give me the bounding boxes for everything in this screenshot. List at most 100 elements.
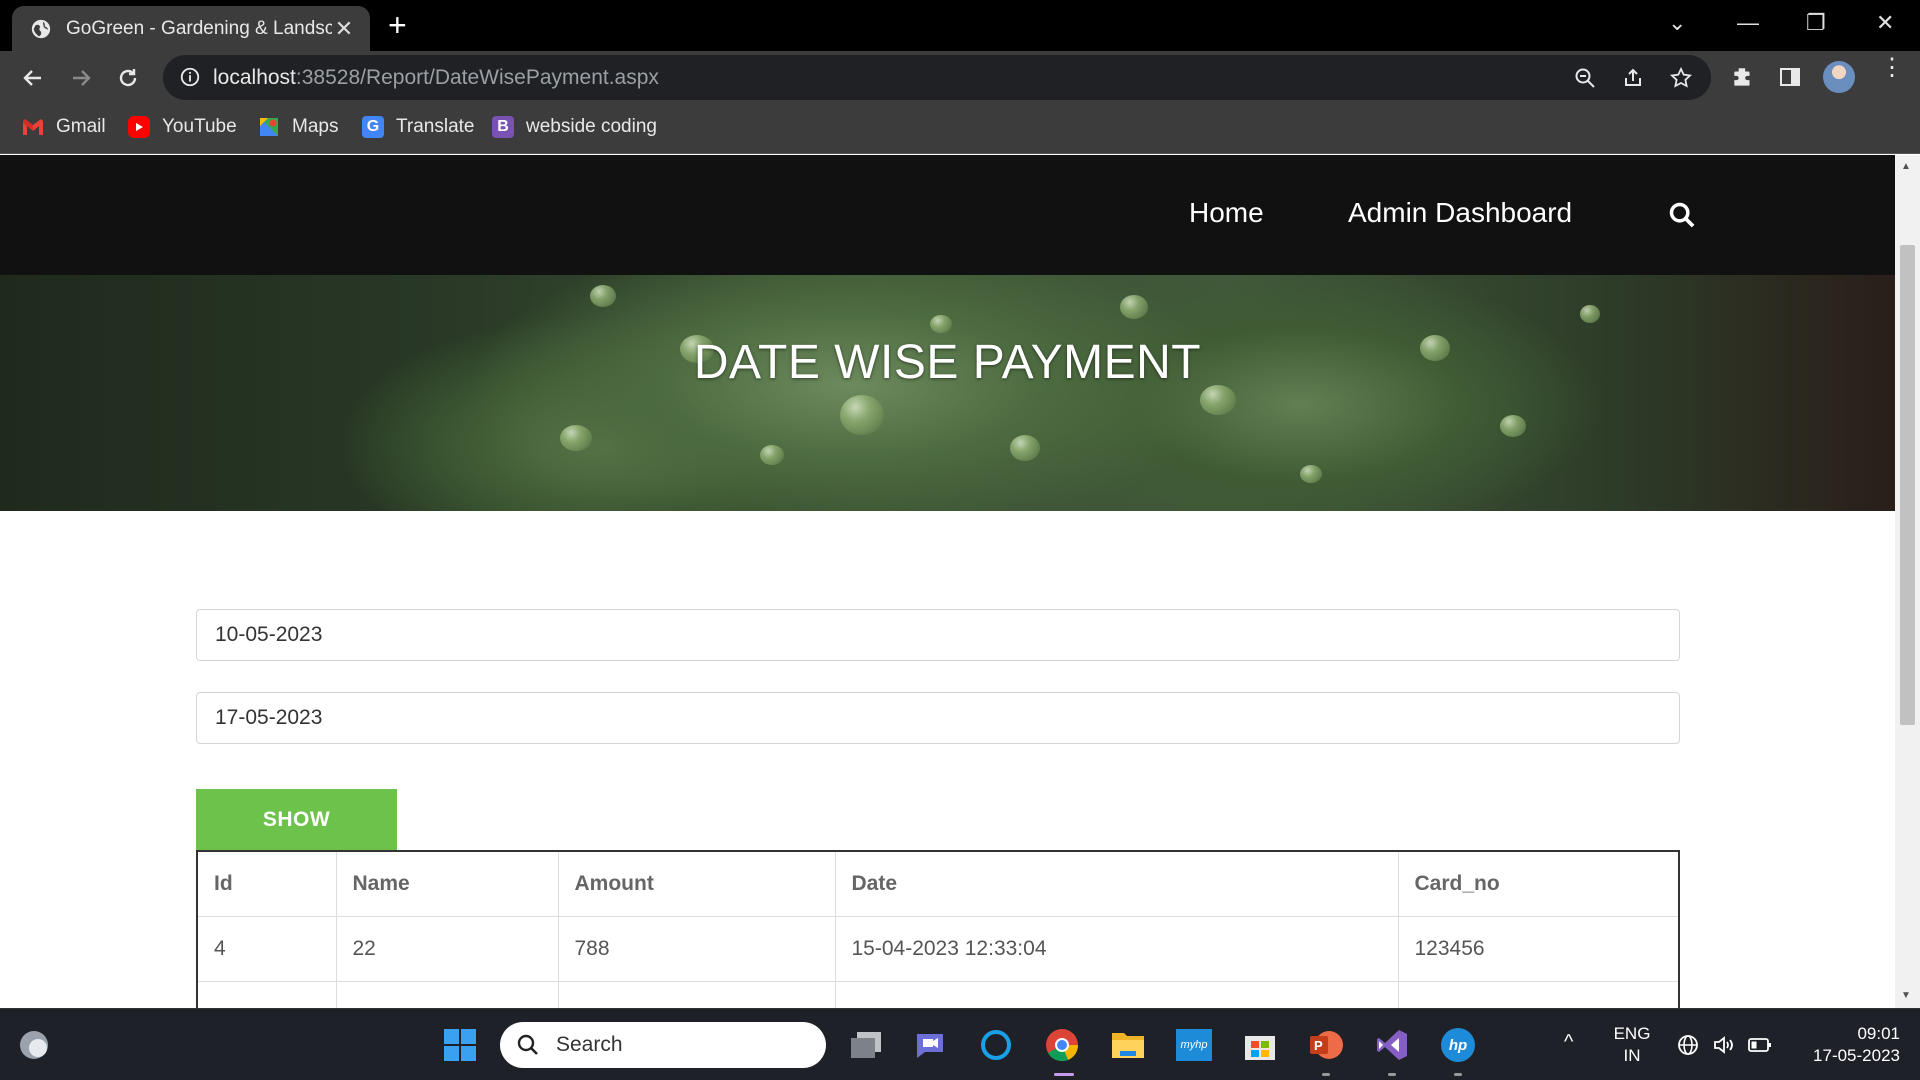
column-header-card-no[interactable]: Card_no (1397, 851, 1680, 917)
water-drop (1120, 295, 1148, 319)
reload-icon (119, 69, 137, 87)
back-button[interactable] (18, 63, 48, 93)
clock-time: 09:01 (1857, 1024, 1900, 1043)
close-window-button[interactable]: ✕ (1876, 10, 1894, 36)
column-header-date[interactable]: Date (834, 851, 1399, 917)
hp-support-icon[interactable]: hp (1440, 1027, 1476, 1063)
bookmark-maps[interactable]: Maps (258, 116, 338, 138)
new-tab-button[interactable]: + (388, 9, 407, 41)
powerpoint-icon[interactable]: P (1308, 1027, 1344, 1063)
page-viewport: Home Admin Dashboard DATE WISE PAYMENT 1… (0, 155, 1895, 1008)
cell-amount (557, 980, 836, 1008)
cell-date (834, 980, 1399, 1008)
url-host: localhost (213, 66, 296, 89)
microsoft-store-icon[interactable] (1242, 1027, 1278, 1063)
page-scrollbar[interactable]: ▲ ▼ (1895, 155, 1920, 1008)
column-header-amount[interactable]: Amount (557, 851, 836, 917)
cell-card-no (1397, 980, 1680, 1008)
side-panel-icon[interactable] (1778, 65, 1802, 89)
search-icon[interactable] (1668, 201, 1696, 229)
visual-studio-icon[interactable] (1374, 1027, 1410, 1063)
hero-banner: DATE WISE PAYMENT (0, 275, 1895, 511)
chrome-icon[interactable] (1044, 1027, 1080, 1063)
clock[interactable]: 09:01 17-05-2023 (1790, 1023, 1900, 1067)
cell-name: 22 (335, 915, 559, 982)
scroll-down-arrow-icon[interactable]: ▼ (1901, 990, 1911, 1001)
browser-tab-strip: GoGreen - Gardening & Landscap ✕ + ⌄ — ❐… (0, 0, 1920, 51)
water-drop (1010, 435, 1040, 461)
menu-kebab-icon[interactable]: ⋮ (1880, 56, 1904, 80)
battery-icon[interactable] (1748, 1035, 1772, 1055)
page-title: DATE WISE PAYMENT (693, 336, 1202, 389)
from-date-input[interactable]: 10-05-2023 (196, 609, 1680, 661)
bookmarks-bar: Gmail YouTube Maps G Translate B webside… (0, 104, 1920, 154)
back-arrow-icon (23, 70, 41, 86)
weather-icon[interactable] (16, 1027, 52, 1063)
globe-icon (31, 19, 51, 38)
forward-button[interactable] (66, 63, 96, 93)
tab-close-icon[interactable]: ✕ (332, 16, 356, 42)
visual-studio-running-indicator (1388, 1073, 1396, 1076)
cell-id (196, 980, 337, 1008)
windows-start-icon[interactable] (442, 1027, 478, 1063)
info-icon[interactable] (179, 66, 201, 88)
url-path: :38528/Report/DateWisePayment.aspx (295, 66, 659, 89)
reload-button[interactable] (113, 63, 143, 93)
windows-taskbar: Search myhp P hp ^ ENG IN 09:01 17-05-20… (0, 1008, 1920, 1080)
water-drop (840, 395, 884, 435)
myhp-icon[interactable]: myhp (1176, 1027, 1212, 1063)
profile-avatar[interactable] (1823, 61, 1855, 93)
share-icon[interactable] (1621, 66, 1645, 90)
network-globe-icon[interactable] (1676, 1033, 1700, 1057)
address-bar[interactable]: localhost:38528/Report/DateWisePayment.a… (163, 55, 1711, 100)
volume-icon[interactable] (1712, 1033, 1736, 1057)
powerpoint-running-indicator (1322, 1073, 1330, 1076)
restore-button[interactable]: ❐ (1806, 10, 1826, 36)
water-drop (590, 285, 616, 307)
task-view-icon[interactable] (848, 1027, 884, 1063)
tab-title: GoGreen - Gardening & Landscap (66, 17, 332, 39)
star-icon[interactable] (1669, 66, 1693, 90)
cell-amount: 788 (557, 915, 836, 982)
cell-name (335, 980, 559, 1008)
extensions-icon[interactable] (1730, 65, 1756, 91)
column-header-name[interactable]: Name (335, 851, 559, 917)
taskbar-search-box[interactable]: Search (500, 1022, 826, 1068)
scroll-up-arrow-icon[interactable]: ▲ (1901, 161, 1911, 172)
nav-home-link[interactable]: Home (1189, 197, 1264, 229)
to-date-input[interactable]: 17-05-2023 (196, 692, 1680, 744)
cortana-icon[interactable] (978, 1027, 1014, 1063)
zoom-icon[interactable] (1573, 66, 1597, 90)
bookmark-label: YouTube (162, 116, 237, 137)
table-row (196, 980, 1680, 1008)
bookmark-webside-coding[interactable]: B webside coding (492, 116, 657, 138)
clock-date: 17-05-2023 (1813, 1046, 1900, 1065)
bookmark-translate[interactable]: G Translate (362, 116, 475, 138)
show-button[interactable]: SHOW (196, 789, 397, 850)
bookmark-label: webside coding (526, 116, 657, 137)
nav-admin-dashboard-link[interactable]: Admin Dashboard (1348, 197, 1572, 229)
gmail-icon (22, 116, 44, 138)
file-explorer-icon[interactable] (1110, 1027, 1146, 1063)
bookmark-youtube[interactable]: YouTube (128, 116, 237, 138)
water-drop (1580, 305, 1600, 323)
show-hidden-icons-chevron-icon[interactable]: ^ (1564, 1031, 1573, 1053)
water-drop (930, 315, 952, 333)
browser-tab[interactable]: GoGreen - Gardening & Landscap ✕ (12, 6, 370, 51)
browser-toolbar: localhost:38528/Report/DateWisePayment.a… (0, 51, 1920, 104)
search-magnifier-icon (517, 1034, 538, 1055)
forward-arrow-icon (73, 70, 91, 86)
minimize-button[interactable]: — (1737, 10, 1759, 36)
teams-chat-icon[interactable] (912, 1027, 948, 1063)
bookmark-gmail[interactable]: Gmail (22, 116, 106, 138)
region-code: IN (1623, 1046, 1641, 1065)
language-indicator[interactable]: ENG IN (1612, 1023, 1652, 1067)
column-header-id[interactable]: Id (196, 851, 337, 917)
translate-icon: G (362, 116, 384, 138)
tab-search-icon[interactable]: ⌄ (1668, 10, 1686, 36)
scrollbar-thumb[interactable] (1900, 245, 1915, 725)
bookmark-label: Translate (396, 116, 475, 137)
water-drop (760, 445, 784, 465)
bookmark-label: Gmail (56, 116, 106, 137)
youtube-icon (128, 116, 150, 138)
